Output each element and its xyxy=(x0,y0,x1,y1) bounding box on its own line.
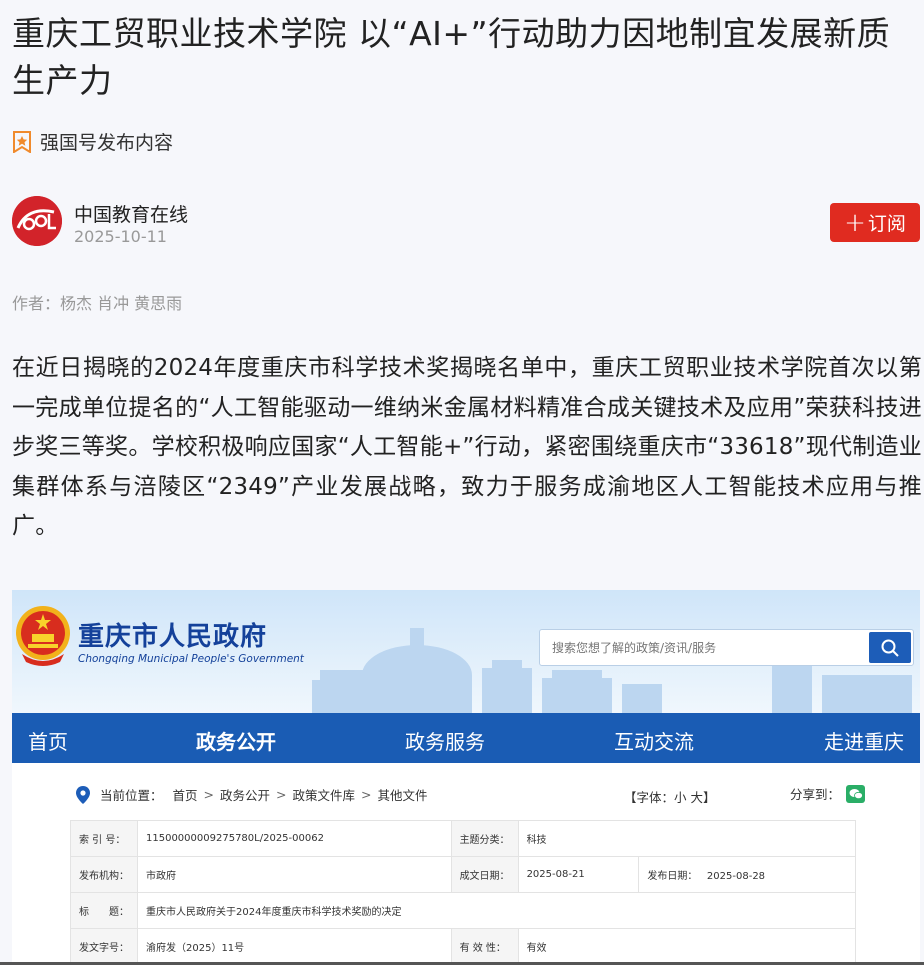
share-control: 分享到： xyxy=(790,784,866,803)
embedded-screenshot: 重庆市人民政府 Chongqing Municipal People's Gov… xyxy=(12,590,920,965)
gov-nav-services[interactable]: 政务服务 xyxy=(405,726,485,755)
gov-search-button[interactable] xyxy=(869,632,911,663)
breadcrumb: 当前位置： 首页 > 政务公开 > 政策文件库 > 其他文件 xyxy=(76,785,428,804)
meta-value: 科技 xyxy=(517,820,857,857)
source-tag: 强国号发布内容 xyxy=(12,128,173,155)
table-row: 发布机构： 市政府 成文日期： 2025-08-21 发布日期： 2025-08… xyxy=(70,856,856,893)
source-label: 强国号发布内容 xyxy=(40,132,174,154)
article-title: 重庆工贸职业技术学院 以“AI+”行动助力因地制宜发展新质生产力 xyxy=(12,14,891,100)
gov-header: 重庆市人民政府 Chongqing Municipal People's Gov… xyxy=(12,590,920,713)
chevron-right-icon: > xyxy=(203,787,215,802)
subscribe-label: 订阅 xyxy=(867,213,906,235)
wechat-icon[interactable] xyxy=(846,784,866,803)
national-emblem-icon xyxy=(16,606,70,666)
gov-site-name: 重庆市人民政府 xyxy=(78,622,268,652)
meta-value: 渝府发（2025）11号 xyxy=(137,928,452,965)
chevron-right-icon: > xyxy=(276,787,287,802)
meta-value: 2025-08-21 xyxy=(517,856,640,893)
table-row: 发文字号： 渝府发（2025）11号 有 效 性： 有效 xyxy=(70,928,857,965)
search-icon xyxy=(881,639,899,657)
breadcrumb-item[interactable]: 政务公开 xyxy=(220,785,270,804)
breadcrumb-item[interactable]: 其他文件 xyxy=(378,785,428,804)
gov-site-name-en: Chongqing Municipal People's Government xyxy=(78,653,304,665)
plus-icon: + xyxy=(844,207,866,238)
gov-nav-about[interactable]: 走进重庆 xyxy=(824,726,904,755)
meta-key: 有 效 性： xyxy=(450,928,519,965)
location-pin-icon xyxy=(76,785,90,804)
meta-value: 11500000009275780L/2025-00062 xyxy=(137,820,452,857)
avatar[interactable] xyxy=(12,196,62,246)
article-body: 在近日揭晓的2024年度重庆市科学技术奖揭晓名单中，重庆工贸职业技术学院首次以第… xyxy=(12,355,922,539)
meta-key: 标 题： xyxy=(70,892,138,929)
meta-value: 市政府 xyxy=(137,856,452,893)
share-label: 分享到： xyxy=(790,787,841,802)
gov-nav-home[interactable]: 首页 xyxy=(28,726,68,755)
meta-published: 发布日期： 2025-08-28 xyxy=(638,856,856,893)
meta-key: 索 引 号： xyxy=(70,820,138,857)
gov-content: 当前位置： 首页 > 政务公开 > 政策文件库 > 其他文件 【字体：小 大】 … xyxy=(12,763,920,965)
gov-nav-interaction[interactable]: 互动交流 xyxy=(614,726,694,755)
meta-key: 发文字号： xyxy=(70,928,138,965)
byline: 作者：杨杰 肖冲 黄思雨 xyxy=(12,294,183,313)
meta-key: 发布日期： xyxy=(647,871,698,882)
meta-key: 主题分类： xyxy=(450,820,519,857)
breadcrumb-item[interactable]: 政策文件库 xyxy=(293,785,356,804)
author-row: 中国教育在线 2025-10-11 + 订阅 xyxy=(12,196,920,250)
ribbon-badge-icon xyxy=(13,130,31,153)
document-meta-table: 索 引 号： 11500000009275780L/2025-00062 主题分… xyxy=(70,820,857,965)
gov-search-box xyxy=(539,629,914,666)
font-size-control[interactable]: 【字体：小 大】 xyxy=(624,787,715,806)
publish-date: 2025-10-11 xyxy=(74,227,167,246)
table-row: 标 题： 重庆市人民政府关于2024年度重庆市科学技术奖励的决定 xyxy=(70,892,856,929)
gov-search-input[interactable] xyxy=(540,630,870,665)
breadcrumb-item[interactable]: 首页 xyxy=(173,785,198,804)
meta-key: 发布机构： xyxy=(70,856,138,893)
gov-nav-bar: 首页 政务公开 政务服务 互动交流 走进重庆 xyxy=(12,713,920,763)
eol-logo-icon xyxy=(12,196,62,246)
breadcrumb-label: 当前位置： xyxy=(100,788,163,803)
meta-key: 成文日期： xyxy=(450,856,519,893)
meta-value: 2025-08-28 xyxy=(706,871,766,882)
author-name[interactable]: 中国教育在线 xyxy=(74,200,188,227)
gov-nav-gov-affairs[interactable]: 政务公开 xyxy=(196,726,276,755)
meta-value: 有效 xyxy=(517,928,857,965)
table-row: 索 引 号： 11500000009275780L/2025-00062 主题分… xyxy=(70,820,857,857)
meta-value: 重庆市人民政府关于2024年度重庆市科学技术奖励的决定 xyxy=(137,892,856,929)
chevron-right-icon: > xyxy=(361,787,372,802)
subscribe-button[interactable]: + 订阅 xyxy=(830,203,920,242)
